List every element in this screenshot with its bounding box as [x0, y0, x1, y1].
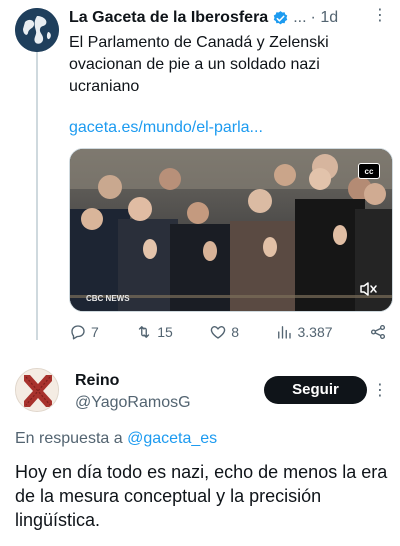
tweet-actions: 7 15 8 3.387 — [69, 320, 387, 344]
main-tweet[interactable]: La Gaceta de la Iberosfera ... · 1d ⋮ El… — [0, 0, 400, 340]
views-count: 3.387 — [297, 324, 333, 340]
author-name[interactable]: La Gaceta de la Iberosfera — [69, 9, 268, 27]
heart-icon — [211, 326, 226, 339]
video-frame — [70, 149, 392, 311]
like-count: 8 — [231, 324, 240, 340]
retweet-icon — [139, 326, 150, 338]
tweet-header: La Gaceta de la Iberosfera ... · 1d — [69, 8, 389, 28]
cbc-news-watermark: CBC NEWS — [86, 294, 130, 303]
like-button[interactable]: 8 — [209, 323, 239, 341]
more-vertical-icon[interactable]: ⋮ — [372, 8, 388, 24]
tweet-time[interactable]: · 1d — [311, 9, 339, 27]
reply-icon — [71, 325, 85, 340]
reply-author-avatar[interactable] — [15, 368, 59, 412]
retweet-button[interactable]: 15 — [135, 323, 173, 341]
reply-tweet[interactable]: Reino @YagoRamosG Seguir ⋮ En respuesta … — [0, 358, 400, 546]
burgundy-cross-icon — [16, 369, 58, 411]
share-icon — [370, 324, 386, 340]
more-vertical-icon[interactable]: ⋮ — [372, 380, 388, 400]
reply-button[interactable]: 7 — [69, 323, 99, 341]
verified-badge-icon — [273, 10, 288, 24]
in-reply-to: En respuesta a @gaceta_es — [15, 430, 217, 448]
reply-author-name[interactable]: Reino — [75, 372, 119, 390]
article-link[interactable]: gaceta.es/mundo/el-parla... — [69, 119, 263, 137]
retweet-count: 15 — [157, 324, 173, 340]
in-reply-to-mention[interactable]: @gaceta_es — [127, 430, 217, 447]
author-handle-truncated: ... — [293, 9, 307, 26]
views-button[interactable]: 3.387 — [275, 323, 333, 341]
reply-text: Hoy en día todo es nazi, echo de menos l… — [15, 462, 388, 530]
reply-author-handle[interactable]: @YagoRamosG — [75, 394, 191, 412]
follow-button[interactable]: Seguir — [264, 376, 367, 404]
tweet-video[interactable]: cc CBC NEWS — [69, 148, 393, 312]
share-button[interactable] — [369, 323, 387, 341]
volume-muted-icon[interactable] — [358, 279, 378, 299]
reply-count: 7 — [91, 324, 99, 340]
in-reply-to-prefix: En respuesta a — [15, 430, 128, 447]
tweet-text: El Parlamento de Canadá y Zelenski ovaci… — [69, 34, 329, 95]
author-avatar[interactable] — [15, 8, 59, 52]
thread-line — [36, 52, 38, 340]
views-chart-icon — [278, 326, 292, 339]
closed-captions-icon[interactable]: cc — [358, 163, 380, 179]
